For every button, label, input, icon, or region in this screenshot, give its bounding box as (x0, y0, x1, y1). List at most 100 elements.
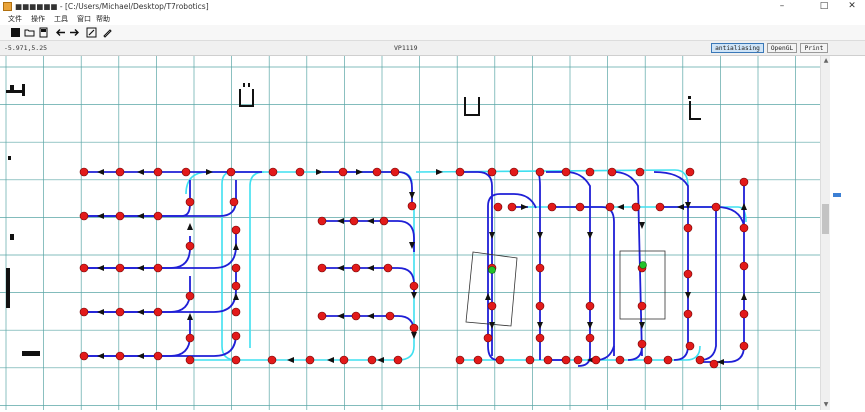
scroll-down-icon[interactable]: ▼ (822, 401, 830, 409)
direction-arrow (377, 357, 384, 363)
toolbar (0, 25, 865, 41)
path-node (185, 241, 195, 251)
path-node (231, 263, 241, 273)
path-node (339, 355, 349, 365)
direction-arrow (187, 313, 193, 320)
path-node (79, 263, 89, 273)
path-node (317, 216, 327, 226)
path-node (495, 355, 505, 365)
path-node-green (639, 261, 647, 269)
path-node (153, 167, 163, 177)
forward-arrow-icon[interactable] (69, 27, 80, 38)
path-node (585, 333, 595, 343)
path-node (561, 167, 571, 177)
path-node (226, 167, 236, 177)
menu-help[interactable]: 帮助 (96, 13, 110, 25)
panel-splitter-handle[interactable] (833, 193, 841, 197)
path-node (390, 167, 400, 177)
path-node (709, 359, 719, 369)
blue-path (322, 171, 413, 206)
path-node (473, 355, 483, 365)
path-node (295, 167, 305, 177)
direction-arrow (337, 265, 344, 271)
direction-arrow (367, 265, 374, 271)
path-node (525, 355, 535, 365)
minimize-button[interactable]: – (768, 0, 796, 13)
blue-path (700, 182, 745, 363)
antialiasing-button[interactable]: antialiasing (711, 43, 764, 53)
path-node (607, 167, 617, 177)
path-node (663, 355, 673, 365)
path-node (351, 311, 361, 321)
blue-path (82, 180, 191, 217)
new-file-icon[interactable] (10, 27, 21, 38)
path-node (637, 301, 647, 311)
path-node (115, 211, 125, 221)
path-node (635, 167, 645, 177)
menu-window[interactable]: 窗口 (77, 13, 91, 25)
scrollbar-thumb[interactable] (822, 204, 829, 234)
path-node (543, 355, 553, 365)
path-node (231, 281, 241, 291)
cursor-coordinates: -5.971,5.25 (4, 44, 48, 52)
path-node (409, 323, 419, 333)
map-canvas[interactable] (0, 56, 820, 410)
path-node (739, 223, 749, 233)
menu-tools[interactable]: 工具 (54, 13, 68, 25)
blue-path (487, 193, 537, 361)
direction-arrows (97, 169, 747, 365)
direction-arrow (587, 232, 593, 239)
blue-path (318, 220, 415, 252)
path-node (79, 307, 89, 317)
path-node-green (488, 266, 496, 274)
path-node (115, 167, 125, 177)
menu-file[interactable]: 文件 (8, 13, 22, 25)
path-node (585, 167, 595, 177)
direction-arrow (97, 265, 104, 271)
direction-arrow (137, 169, 144, 175)
blue-path (699, 207, 717, 361)
path-node (493, 202, 503, 212)
path-node (711, 202, 721, 212)
path-node (267, 355, 277, 365)
landmark-shape (6, 84, 25, 96)
path-node (585, 301, 595, 311)
direction-arrow (411, 292, 417, 299)
vertical-scrollbar[interactable]: ▲ ▼ (820, 56, 830, 410)
direction-arrow (537, 232, 543, 239)
opengl-button[interactable]: OpenGL (767, 43, 797, 53)
landmark-shape (464, 97, 480, 116)
path-node (739, 309, 749, 319)
print-button[interactable]: Print (800, 43, 828, 53)
path-node (79, 351, 89, 361)
pen-icon[interactable] (102, 27, 113, 38)
path-node (637, 339, 647, 349)
robot-path-map[interactable] (0, 56, 820, 410)
path-node (605, 202, 615, 212)
path-node (575, 202, 585, 212)
save-icon[interactable] (38, 27, 49, 38)
back-arrow-icon[interactable] (55, 27, 66, 38)
menu-operate[interactable]: 操作 (31, 13, 45, 25)
path-node (153, 211, 163, 221)
path-node (631, 202, 641, 212)
path-node (185, 355, 195, 365)
blue-path (318, 315, 415, 333)
direction-arrow (436, 169, 443, 175)
direction-arrow (685, 292, 691, 299)
path-node (685, 167, 695, 177)
close-button[interactable]: ✕ (838, 0, 865, 13)
scroll-up-icon[interactable]: ▲ (822, 57, 830, 65)
path-node (351, 263, 361, 273)
path-node (231, 331, 241, 341)
direction-arrow (677, 204, 684, 210)
direction-arrow (233, 293, 239, 300)
maximize-button[interactable]: □ (810, 0, 838, 13)
edit-icon[interactable] (86, 27, 97, 38)
direction-arrow (233, 243, 239, 250)
path-node (153, 351, 163, 361)
open-folder-icon[interactable] (24, 27, 35, 38)
path-node (385, 311, 395, 321)
blue-path (318, 267, 415, 296)
path-node (483, 333, 493, 343)
